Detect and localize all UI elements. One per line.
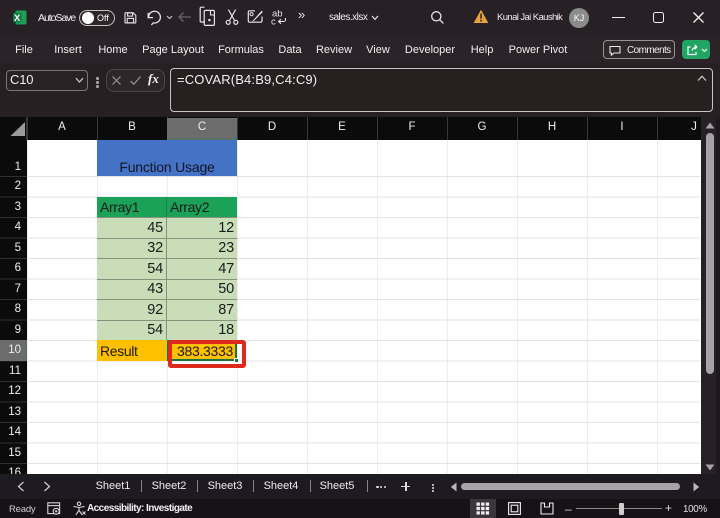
svg-text:c: c [271,17,276,27]
svg-text:X: X [14,13,21,24]
